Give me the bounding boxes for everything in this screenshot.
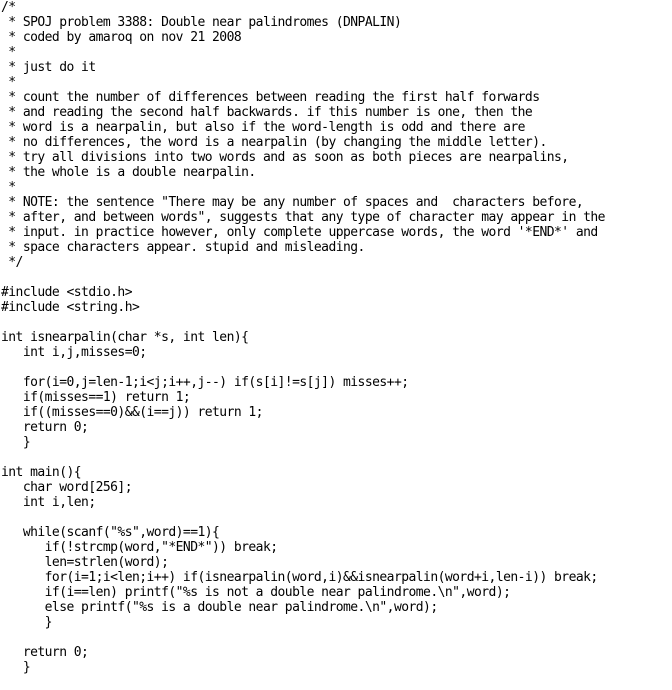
code-line: } (1, 660, 31, 675)
code-line: * (1, 75, 16, 90)
code-line: * and reading the second half backwards.… (1, 105, 533, 120)
code-line: */ (1, 255, 23, 270)
code-line: * NOTE: the sentence "There may be any n… (1, 195, 584, 210)
code-line: return 0; (1, 420, 89, 435)
code-line: * count the number of differences betwee… (1, 90, 540, 105)
code-line: * just do it (1, 60, 96, 75)
code-line: } (1, 615, 53, 630)
code-line: int isnearpalin(char *s, int len){ (1, 330, 249, 345)
code-line: else printf("%s is a double near palindr… (1, 600, 439, 615)
code-line: if(!strcmp(word,"*END*")) break; (1, 540, 278, 555)
code-line: for(i=0,j=len-1;i<j;i++,j--) if(s[i]!=s[… (1, 375, 409, 390)
code-line: * no differences, the word is a nearpali… (1, 135, 547, 150)
code-line: if(misses==1) return 1; (1, 390, 191, 405)
code-line: /* (1, 0, 16, 15)
code-line: char word[256]; (1, 480, 133, 495)
code-line: * after, and between words", suggests th… (1, 210, 605, 225)
code-line: return 0; (1, 645, 89, 660)
code-line: * (1, 45, 16, 60)
code-line: * the whole is a double nearpalin. (1, 165, 256, 180)
code-line: if(i==len) printf("%s is not a double ne… (1, 585, 511, 600)
code-line: int i,len; (1, 495, 96, 510)
code-line: if((misses==0)&&(i==j)) return 1; (1, 405, 264, 420)
code-line: * (1, 180, 16, 195)
code-line: * word is a nearpalin, but also if the w… (1, 120, 525, 135)
code-line: * SPOJ problem 3388: Double near palindr… (1, 15, 402, 30)
code-line: for(i=1;i<len;i++) if(isnearpalin(word,i… (1, 570, 599, 585)
code-line: } (1, 435, 31, 450)
code-line: len=strlen(word); (1, 555, 169, 570)
code-line: while(scanf("%s",word)==1){ (1, 525, 220, 540)
code-line: * coded by amaroq on nov 21 2008 (1, 30, 242, 45)
code-line: int main(){ (1, 465, 82, 480)
code-line: #include <stdio.h> (1, 285, 133, 300)
code-line: * space characters appear. stupid and mi… (1, 240, 365, 255)
source-code-listing: /* * SPOJ problem 3388: Double near pali… (1, 0, 606, 675)
code-line: #include <string.h> (1, 300, 140, 315)
code-line: * try all divisions into two words and a… (1, 150, 569, 165)
code-line: int i,j,misses=0; (1, 345, 147, 360)
code-line: * input. in practice however, only compl… (1, 225, 598, 240)
